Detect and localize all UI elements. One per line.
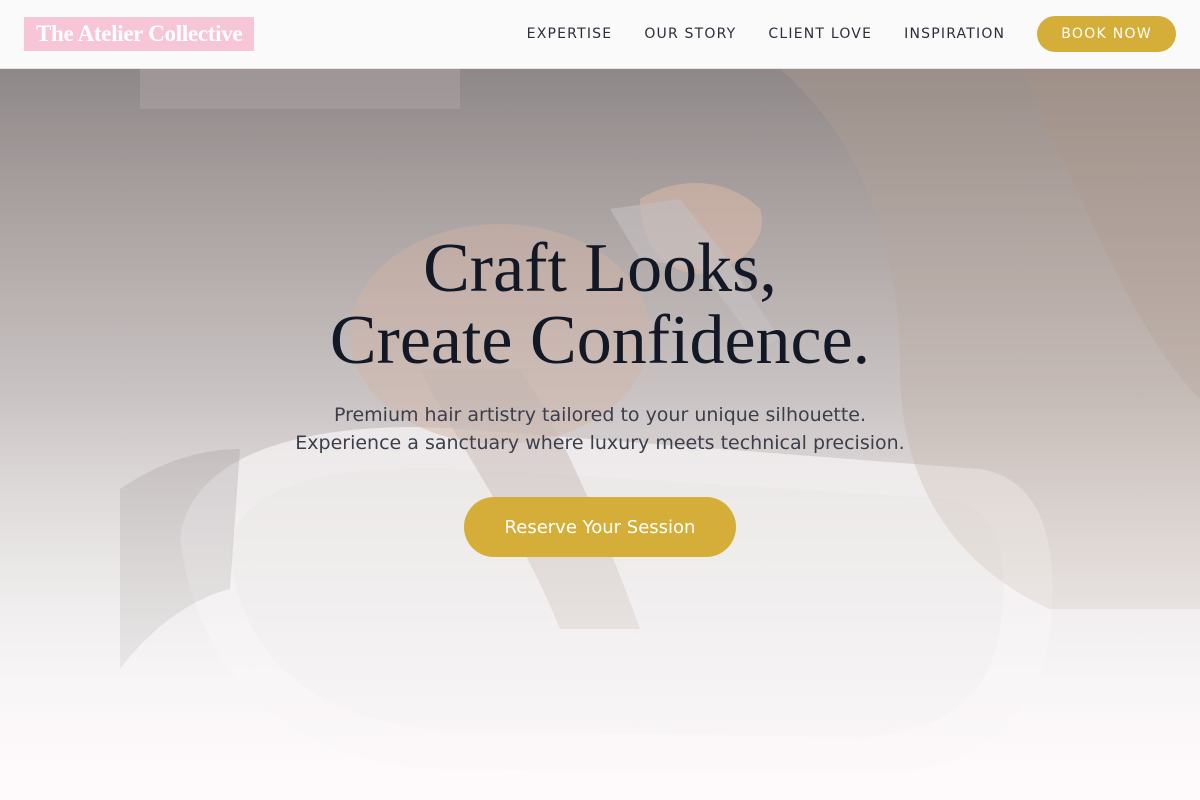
nav-link-inspiration[interactable]: INSPIRATION: [904, 26, 1005, 42]
brand-logo[interactable]: The Atelier Collective: [24, 17, 255, 51]
hero-section: Craft Looks, Create Confidence. Premium …: [0, 69, 1200, 800]
nav-link-expertise[interactable]: EXPERTISE: [527, 26, 613, 42]
main-nav: EXPERTISE OUR STORY CLIENT LOVE INSPIRAT…: [527, 16, 1176, 52]
hero-title: Craft Looks, Create Confidence.: [0, 233, 1200, 377]
nav-link-client-love[interactable]: CLIENT LOVE: [768, 26, 872, 42]
hero-content: Craft Looks, Create Confidence. Premium …: [0, 233, 1200, 557]
reserve-session-button[interactable]: Reserve Your Session: [464, 497, 736, 557]
book-now-button[interactable]: BOOK NOW: [1037, 16, 1176, 52]
hero-subtitle-line-2: Experience a sanctuary where luxury meet…: [295, 432, 905, 454]
hero-title-line-2: Create Confidence.: [329, 302, 871, 379]
hero-subtitle: Premium hair artistry tailored to your u…: [0, 401, 1200, 457]
nav-link-our-story[interactable]: OUR STORY: [644, 26, 736, 42]
hero-subtitle-line-1: Premium hair artistry tailored to your u…: [333, 404, 867, 426]
hero-title-line-1: Craft Looks,: [423, 230, 777, 307]
site-header: The Atelier Collective EXPERTISE OUR STO…: [0, 0, 1200, 69]
